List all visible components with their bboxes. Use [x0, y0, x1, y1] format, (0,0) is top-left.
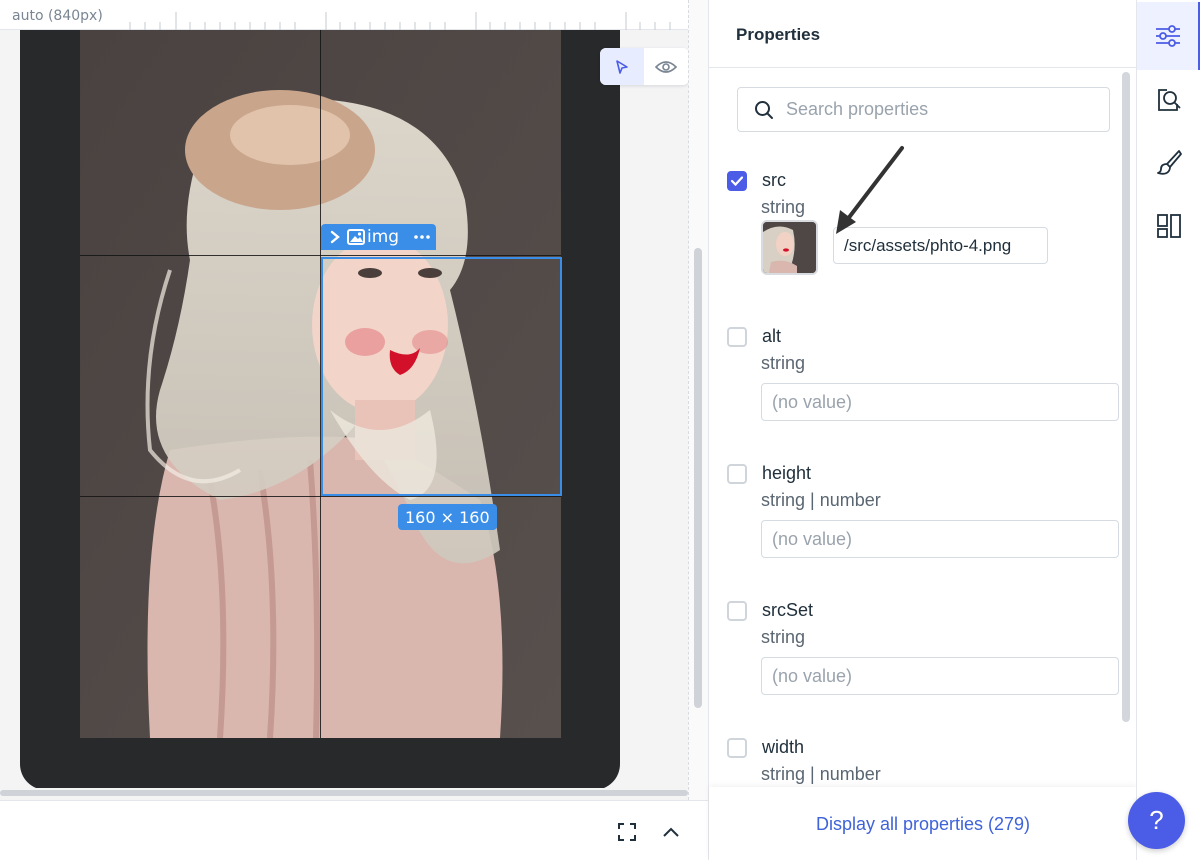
canvas-mode-toggle[interactable]: [600, 48, 689, 85]
selection-tag[interactable]: img: [321, 224, 436, 250]
property-type: string: [761, 353, 806, 373]
image-icon: [347, 229, 365, 245]
selection-outline[interactable]: [321, 257, 562, 496]
property-type: string: [761, 627, 806, 647]
more-icon[interactable]: [413, 234, 431, 240]
canvas-horizontal-scrollbar[interactable]: [0, 788, 688, 798]
property-name: src: [762, 170, 786, 190]
layout-grid-line-horizontal: [80, 255, 561, 256]
property-type: string | number: [761, 764, 881, 784]
property-name: height: [762, 463, 812, 483]
search-input[interactable]: [786, 99, 1086, 120]
properties-panel: Properties src string: [708, 0, 1137, 860]
panel-scrollbar[interactable]: [1122, 72, 1130, 722]
property-srcset-checkbox[interactable]: [727, 601, 747, 621]
property-src: src string: [727, 168, 1127, 288]
property-name: width: [762, 737, 805, 757]
brush-icon: [1157, 150, 1182, 175]
preview-mode-button[interactable]: [644, 48, 688, 85]
property-name: alt: [762, 326, 782, 346]
display-all-properties-link[interactable]: Display all properties (279): [709, 814, 1137, 835]
rail-layout-button[interactable]: [1137, 192, 1200, 260]
property-type: string | number: [761, 490, 881, 510]
top-ruler: auto (840px): [0, 0, 688, 30]
property-height: height string | number: [727, 461, 1127, 581]
height-value-input[interactable]: [761, 520, 1119, 558]
chevron-up-icon: [663, 827, 679, 837]
selection-tag-label: img: [367, 227, 400, 247]
right-rail: [1136, 0, 1200, 860]
eye-icon: [655, 60, 677, 73]
fullscreen-icon: [618, 823, 636, 841]
selection-size-badge: 160 × 160: [398, 504, 497, 530]
help-button[interactable]: ?: [1128, 792, 1185, 849]
layout-icon: [1157, 214, 1181, 238]
checkmark-icon: [730, 176, 744, 187]
rail-properties-button[interactable]: [1137, 2, 1200, 70]
ruler-ticks: [129, 12, 671, 30]
canvas-area[interactable]: auto (840px) img 160 × 160: [0, 0, 708, 860]
property-type: string: [761, 197, 806, 217]
property-width: width string | number: [727, 735, 1127, 787]
search-box[interactable]: [737, 87, 1110, 132]
collapse-button[interactable]: [660, 821, 682, 843]
annotation-arrow-icon: [836, 146, 904, 234]
panel-title: Properties: [736, 25, 821, 44]
ruler-width-label: auto (840px): [12, 8, 103, 24]
pointer-icon: [616, 59, 628, 74]
canvas-vertical-scrollbar[interactable]: [688, 0, 708, 800]
property-alt-checkbox[interactable]: [727, 327, 747, 347]
property-src-checkbox[interactable]: [727, 171, 747, 191]
property-srcset: srcSet string: [727, 598, 1127, 718]
property-alt: alt string: [727, 324, 1127, 444]
srcset-value-input[interactable]: [761, 657, 1119, 695]
alt-value-input[interactable]: [761, 383, 1119, 421]
select-mode-button[interactable]: [600, 48, 644, 85]
src-thumbnail-image: [763, 222, 816, 273]
inspect-icon: [1158, 89, 1181, 111]
src-thumbnail[interactable]: [761, 220, 818, 275]
panel-footer: Display all properties (279): [709, 787, 1137, 860]
sliders-icon: [1155, 25, 1180, 47]
property-height-checkbox[interactable]: [727, 464, 747, 484]
fullscreen-button[interactable]: [616, 821, 638, 843]
rail-design-button[interactable]: [1137, 128, 1200, 196]
rail-inspect-button[interactable]: [1137, 66, 1200, 134]
search-icon: [755, 100, 773, 119]
chevron-right-icon[interactable]: [329, 230, 341, 244]
canvas-footer: [0, 800, 708, 860]
layout-grid-line-horizontal: [80, 496, 561, 497]
property-width-checkbox[interactable]: [727, 738, 747, 758]
property-name: srcSet: [762, 600, 814, 620]
panel-header: Properties: [709, 0, 1137, 68]
